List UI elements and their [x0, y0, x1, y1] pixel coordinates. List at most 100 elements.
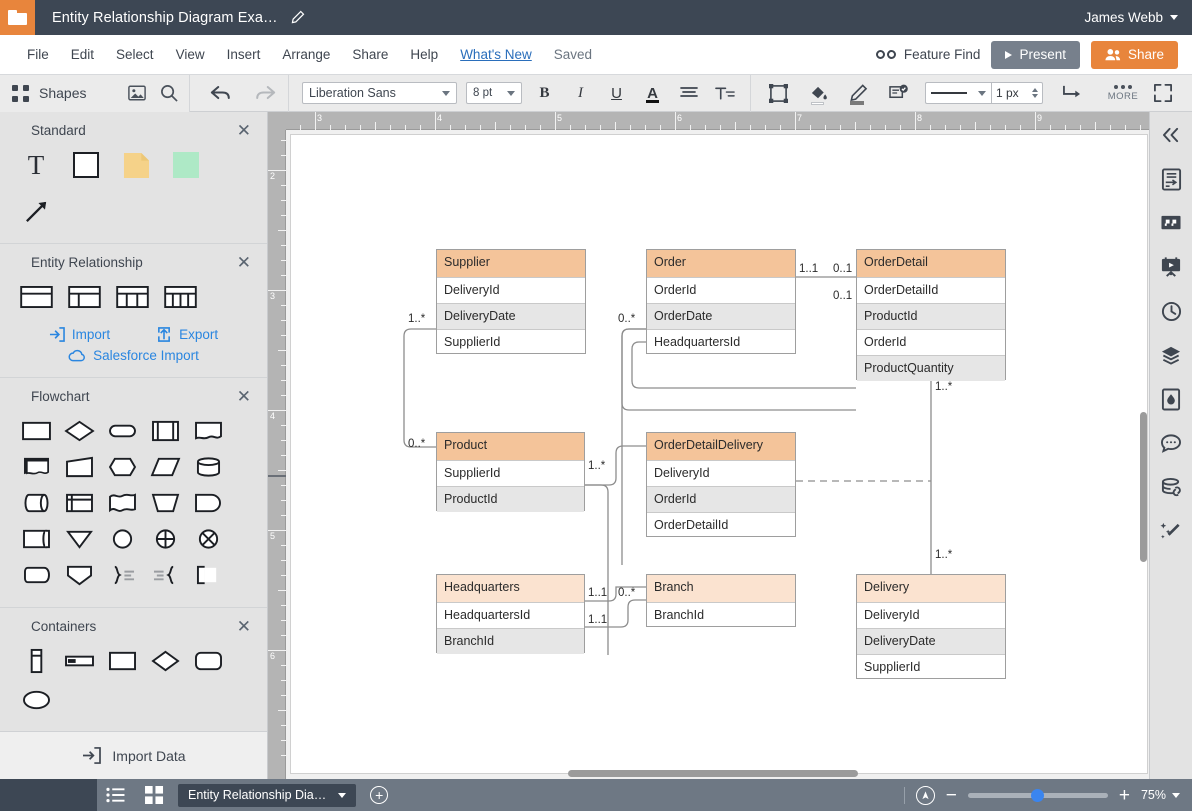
horizontal-scrollbar[interactable] [568, 770, 858, 777]
line-color-icon[interactable] [845, 75, 872, 112]
entity-headquarters[interactable]: HeadquartersHeadquartersIdBranchId [436, 574, 585, 653]
close-icon[interactable]: ✕ [237, 254, 251, 271]
entity-attribute[interactable]: OrderId [647, 277, 795, 303]
shape-ellipse-container[interactable] [16, 682, 56, 718]
menu-share[interactable]: Share [341, 47, 399, 62]
shape-border-icon[interactable] [765, 75, 792, 112]
shape-entity-4col[interactable] [160, 279, 200, 315]
shape-rect-container[interactable] [102, 643, 142, 679]
underline-button[interactable]: U [603, 75, 630, 112]
shape-rectangle[interactable] [66, 147, 106, 183]
entity-attribute[interactable]: SupplierId [857, 654, 1005, 680]
shape-document[interactable] [188, 413, 228, 449]
fit-to-screen-icon[interactable] [916, 786, 935, 805]
stepper-arrows-icon[interactable] [1032, 88, 1038, 98]
entity-orderdetail[interactable]: OrderDetailOrderDetailIdProductIdOrderId… [856, 249, 1006, 380]
shape-process[interactable] [16, 413, 56, 449]
quote-icon[interactable] [1156, 208, 1186, 238]
comments-icon[interactable] [1156, 428, 1186, 458]
folder-icon[interactable] [0, 0, 35, 35]
export-link[interactable]: Export [156, 327, 218, 342]
shape-circle[interactable] [102, 521, 142, 557]
menu-insert[interactable]: Insert [216, 47, 272, 62]
entity-attribute[interactable]: HeadquartersId [437, 602, 584, 628]
more-button[interactable]: MORE [1101, 85, 1145, 102]
entity-attribute[interactable]: SupplierId [437, 460, 584, 486]
share-button[interactable]: Share [1091, 41, 1178, 69]
entity-delivery[interactable]: DeliveryDeliveryIdDeliveryDateSupplierId [856, 574, 1006, 679]
zoom-out-button[interactable]: − [946, 786, 957, 805]
search-icon[interactable] [159, 75, 179, 112]
shape-display[interactable] [188, 485, 228, 521]
entity-header[interactable]: Branch [647, 575, 795, 602]
font-family-select[interactable]: Liberation Sans [302, 82, 457, 104]
entity-header[interactable]: Supplier [437, 250, 585, 277]
shape-wave-document[interactable] [102, 485, 142, 521]
shape-database[interactable] [188, 449, 228, 485]
shape-entity-2col[interactable] [64, 279, 104, 315]
shape-predefined-process[interactable] [145, 413, 185, 449]
data-link-icon[interactable] [1156, 472, 1186, 502]
connector-icon[interactable] [1056, 75, 1088, 112]
entity-attribute[interactable]: SupplierId [437, 329, 585, 355]
italic-button[interactable]: I [567, 75, 594, 112]
zoom-slider[interactable] [968, 793, 1108, 798]
entity-supplier[interactable]: SupplierDeliveryIdDeliveryDateSupplierId [436, 249, 586, 354]
shape-direct-access-storage[interactable] [16, 485, 56, 521]
shape-or[interactable] [145, 521, 185, 557]
shape-merge[interactable] [59, 521, 99, 557]
shapes-panel-toggle[interactable]: Shapes [0, 75, 190, 112]
menu-file[interactable]: File [16, 47, 60, 62]
shape-trapezoid[interactable] [59, 449, 99, 485]
shape-style-icon[interactable] [885, 75, 912, 112]
shape-note[interactable] [116, 147, 156, 183]
menu-arrange[interactable]: Arrange [271, 47, 341, 62]
theme-icon[interactable] [1156, 384, 1186, 414]
diagram-page[interactable]: SupplierDeliveryIdDeliveryDateSupplierId… [290, 134, 1148, 774]
zoom-slider-handle[interactable] [1031, 789, 1044, 802]
entity-order[interactable]: OrderOrderIdOrderDateHeadquartersId [646, 249, 796, 354]
entity-attribute[interactable]: BranchId [437, 628, 584, 654]
grid-view-icon[interactable] [139, 779, 169, 811]
collapse-panel-icon[interactable] [1156, 120, 1186, 150]
line-style-select[interactable] [925, 82, 991, 104]
menu-help[interactable]: Help [399, 47, 449, 62]
text-style-icon[interactable] [711, 75, 738, 112]
shape-preparation[interactable] [102, 449, 142, 485]
entity-header[interactable]: OrderDetailDelivery [647, 433, 795, 460]
menu-edit[interactable]: Edit [60, 47, 105, 62]
entity-attribute[interactable]: DeliveryDate [437, 303, 585, 329]
shape-decision[interactable] [59, 413, 99, 449]
menu-select[interactable]: Select [105, 47, 165, 62]
close-icon[interactable]: ✕ [237, 618, 251, 635]
shape-manual-input[interactable] [59, 557, 99, 593]
text-color-button[interactable]: A [639, 75, 666, 112]
import-data-button[interactable]: Import Data [0, 731, 268, 779]
present-button[interactable]: Present [991, 41, 1080, 69]
entity-header[interactable]: OrderDetail [857, 250, 1005, 277]
font-size-select[interactable]: 8 pt [466, 82, 522, 104]
shape-entity-1col[interactable] [16, 279, 56, 315]
user-menu[interactable]: James Webb [1084, 10, 1178, 25]
entity-header[interactable]: Delivery [857, 575, 1005, 602]
undo-icon[interactable] [206, 75, 236, 112]
shape-entity-3col[interactable] [112, 279, 152, 315]
entity-orderdetaildelivery[interactable]: OrderDetailDeliveryDeliveryIdOrderIdOrde… [646, 432, 796, 537]
entity-product[interactable]: ProductSupplierIdProductId [436, 432, 585, 511]
entity-branch[interactable]: BranchBranchId [646, 574, 796, 627]
presentation-icon[interactable] [1156, 252, 1186, 282]
feature-find-button[interactable]: Feature Find [876, 47, 981, 62]
layers-icon[interactable] [1156, 340, 1186, 370]
shape-delay[interactable] [16, 557, 56, 593]
line-width-stepper[interactable]: 1 px [991, 82, 1043, 104]
page-tab-active[interactable]: Entity Relationship Dia… [178, 784, 356, 807]
entity-attribute[interactable]: DeliveryDate [857, 628, 1005, 654]
entity-attribute[interactable]: OrderDetailId [647, 512, 795, 538]
menu-view[interactable]: View [165, 47, 216, 62]
shape-text[interactable]: T [16, 147, 56, 183]
shape-label-container[interactable] [59, 643, 99, 679]
image-icon[interactable] [127, 75, 147, 112]
salesforce-import-link[interactable]: Salesforce Import [68, 348, 199, 363]
shape-internal-storage[interactable] [59, 485, 99, 521]
fill-color-icon[interactable] [805, 75, 832, 112]
